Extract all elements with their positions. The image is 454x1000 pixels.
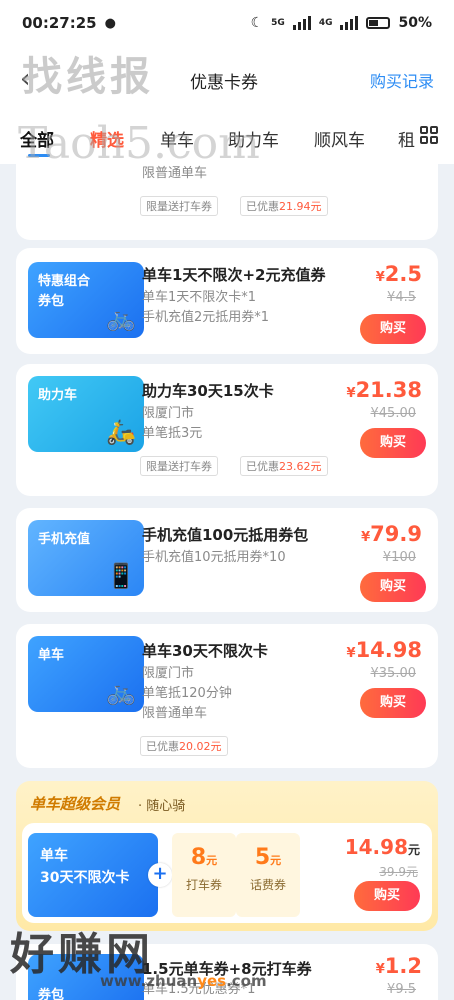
signal-icon (292, 16, 311, 30)
battery-percent: 50% (398, 15, 432, 31)
product-desc-3: 限普通单车 (142, 706, 208, 721)
status-time: 00:27:25 (22, 14, 97, 32)
grid-menu-icon[interactable] (420, 126, 438, 144)
product-desc-1: 单车1天不限次卡*1 (142, 290, 257, 305)
signal-icon-2 (340, 16, 359, 30)
product-price: ¥2.5 (375, 262, 422, 286)
product-desc-1: 限厦门市 (142, 666, 195, 681)
tab-rent[interactable]: 租 (398, 126, 415, 151)
buy-button[interactable]: 购买 (360, 688, 426, 718)
discount-tag: 已优惠23.62元 (240, 456, 328, 476)
product-old-price: ¥35.00 (370, 666, 417, 681)
vip-title: 单车超级会员 (30, 795, 121, 813)
product-desc-2: 单笔抵120分钟 (142, 686, 232, 701)
buy-button[interactable]: 购买 (360, 314, 426, 344)
status-icons: ☾ 5G 4G 50% (251, 15, 432, 31)
product-desc-2: 手机充值2元抵用券*1 (142, 310, 270, 325)
product-desc-1: 限厦门市 (142, 406, 195, 421)
coupon-taxi: 8元 打车券 (172, 833, 236, 917)
bike-icon: 🚲 (106, 678, 136, 706)
moon-icon: ☾ (250, 15, 264, 31)
watermark-url: www.zhuanyes.com (100, 972, 267, 990)
discount-tag: 已优惠20.02元 (140, 736, 228, 756)
product-desc-1: 手机充值10元抵用券*10 (142, 550, 286, 565)
buy-button[interactable]: 购买 (360, 572, 426, 602)
vip-card: 单车 30天不限次卡 (28, 833, 158, 917)
tab-carpool[interactable]: 顺风车 (314, 126, 365, 151)
vip-subtitle: · 随心骑 (138, 799, 186, 814)
qq-icon: ● (104, 15, 116, 31)
product-title: 手机充值100元抵用券包 (142, 526, 309, 544)
product-tag: 限量送打车券 (140, 456, 218, 476)
phone-icon: 📱 (106, 562, 136, 590)
vip-offer[interactable]: 单车 30天不限次卡 + 8元 打车券 5元 话费券 14.98元 39.9元 … (22, 823, 432, 923)
watermark-top: 找线报 (22, 54, 154, 100)
product-thumb: 手机充值 📱 (28, 520, 144, 596)
buy-button[interactable]: 购买 (360, 428, 426, 458)
product-price: ¥1.2 (375, 954, 422, 978)
product-card-bike-30[interactable]: 单车 🚲 单车30天不限次卡 限厦门市 单笔抵120分钟 限普通单车 已优惠20… (16, 624, 438, 768)
product-card-combo[interactable]: 特惠组合 券包 🚲 单车1天不限次+2元充值券 单车1天不限次卡*1 手机充值2… (16, 248, 438, 354)
purchase-history-link[interactable]: 购买记录 (370, 68, 434, 92)
product-old-price: ¥4.5 (387, 290, 416, 305)
vip-buy-button[interactable]: 购买 (354, 881, 420, 911)
product-old-price: ¥100 (382, 550, 416, 565)
status-bar: 00:27:25 ● ☾ 5G 4G 50% (0, 0, 454, 46)
discount-tag: 已优惠21.94元 (240, 196, 328, 216)
product-price: ¥14.98 (346, 638, 422, 662)
bike-icon: 🚲 (106, 304, 136, 332)
product-price: ¥21.38 (346, 378, 422, 402)
product-title: 单车1天不限次+2元充值券 (142, 266, 326, 284)
product-card-partial[interactable]: 限普通单车 限量送打车券 已优惠21.94元 (16, 164, 438, 240)
product-card-phone-recharge[interactable]: 手机充值 📱 手机充值100元抵用券包 手机充值10元抵用券*10 ¥79.9 … (16, 508, 438, 612)
product-title: 助力车30天15次卡 (142, 382, 274, 400)
product-old-price: ¥45.00 (370, 406, 417, 421)
product-title: 单车30天不限次卡 (142, 642, 268, 660)
vip-old-price: 39.9元 (379, 865, 418, 879)
signal-5g-label: 5G (271, 18, 285, 28)
product-card-ebike[interactable]: 助力车 🛵 助力车30天15次卡 限厦门市 单笔抵3元 限量送打车券 已优惠23… (16, 364, 438, 496)
product-tag: 限量送打车券 (140, 196, 218, 216)
product-old-price: ¥9.5 (387, 982, 416, 997)
plus-icon: + (148, 863, 172, 887)
super-member-panel[interactable]: 单车超级会员 · 随心骑 单车 30天不限次卡 + 8元 打车券 5元 话费券 … (16, 781, 438, 931)
battery-icon (366, 17, 391, 29)
product-price: ¥79.9 (361, 522, 422, 546)
product-desc-2: 单笔抵3元 (142, 426, 203, 441)
product-desc: 限普通单车 (142, 166, 208, 181)
scooter-icon: 🛵 (106, 418, 136, 446)
watermark-mid: Taoh5.com (18, 118, 260, 169)
page-title: 优惠卡券 (190, 73, 258, 93)
product-thumb: 特惠组合 券包 🚲 (28, 262, 144, 338)
product-thumb: 单车 🚲 (28, 636, 144, 712)
vip-price: 14.98元 (344, 835, 420, 859)
product-thumb: 助力车 🛵 (28, 376, 144, 452)
signal-4g-label: 4G (318, 18, 333, 28)
coupon-phone: 5元 话费券 (236, 833, 300, 917)
